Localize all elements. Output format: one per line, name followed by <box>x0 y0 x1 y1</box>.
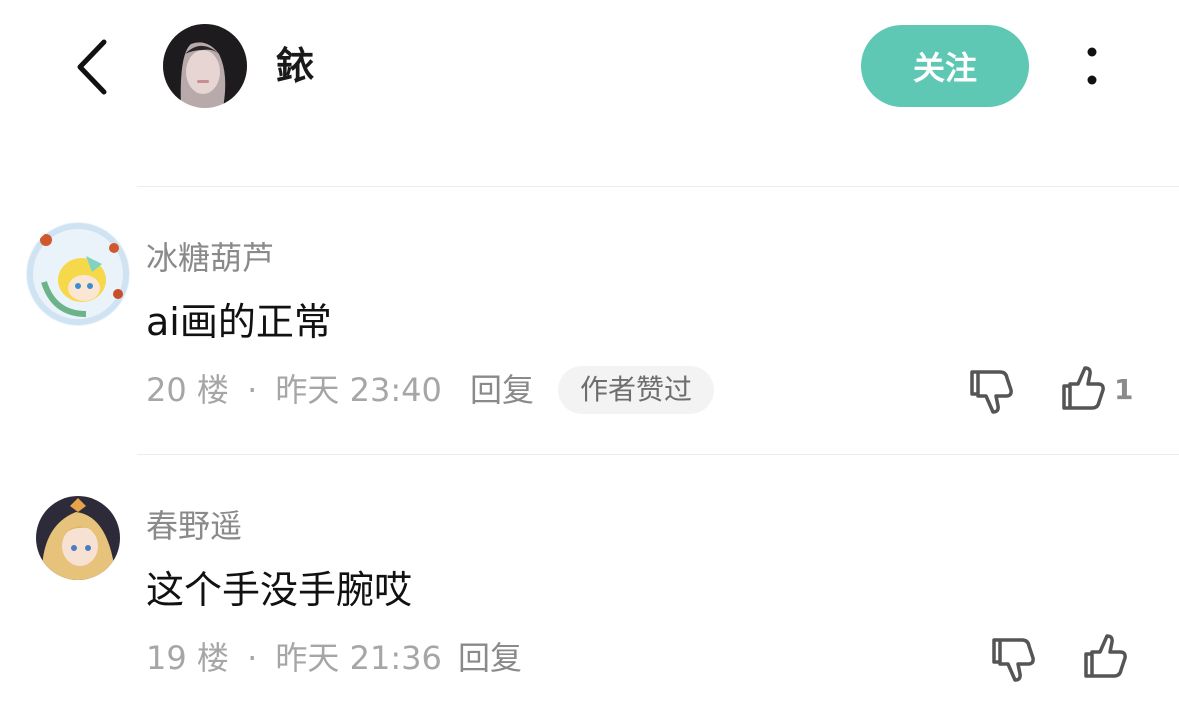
divider <box>137 454 1179 455</box>
commenter-avatar[interactable] <box>36 496 120 580</box>
comment-time: 昨天 21:36 <box>275 639 442 677</box>
comment-text: ai画的正常 <box>146 300 332 344</box>
comment-time: 昨天 23:40 <box>275 371 442 409</box>
follow-button[interactable]: 关注 <box>861 25 1029 107</box>
top-bar: 銥 关注 <box>0 0 1179 140</box>
comment-meta: 20 楼 · 昨天 23:40 <box>146 370 442 410</box>
comment-meta: 19 楼 · 昨天 21:36 <box>146 638 442 678</box>
commenter-avatar[interactable] <box>26 222 130 326</box>
author-liked-badge: 作者赞过 <box>558 366 715 414</box>
more-vertical-icon[interactable] <box>1078 44 1106 90</box>
chevron-left-icon[interactable] <box>70 38 114 96</box>
thumbs-down-icon[interactable] <box>966 366 1018 418</box>
reply-button[interactable]: 回复 <box>470 370 534 410</box>
author-name[interactable]: 銥 <box>276 42 314 90</box>
like-count: 1 <box>1114 373 1134 406</box>
meta-separator: · <box>247 639 258 677</box>
reply-button[interactable]: 回复 <box>458 638 522 678</box>
comment-username[interactable]: 春野遥 <box>146 506 242 546</box>
comment-text: 这个手没手腕哎 <box>146 568 413 612</box>
thumbs-down-icon[interactable] <box>988 634 1040 686</box>
divider <box>137 186 1179 187</box>
comment-username[interactable]: 冰糖葫芦 <box>146 238 274 278</box>
floor-number: 19 楼 <box>146 639 229 677</box>
thumbs-up-icon[interactable] <box>1080 630 1132 682</box>
thumbs-up-icon[interactable] <box>1058 362 1110 414</box>
author-avatar[interactable] <box>163 24 247 108</box>
meta-separator: · <box>247 371 258 409</box>
floor-number: 20 楼 <box>146 371 229 409</box>
